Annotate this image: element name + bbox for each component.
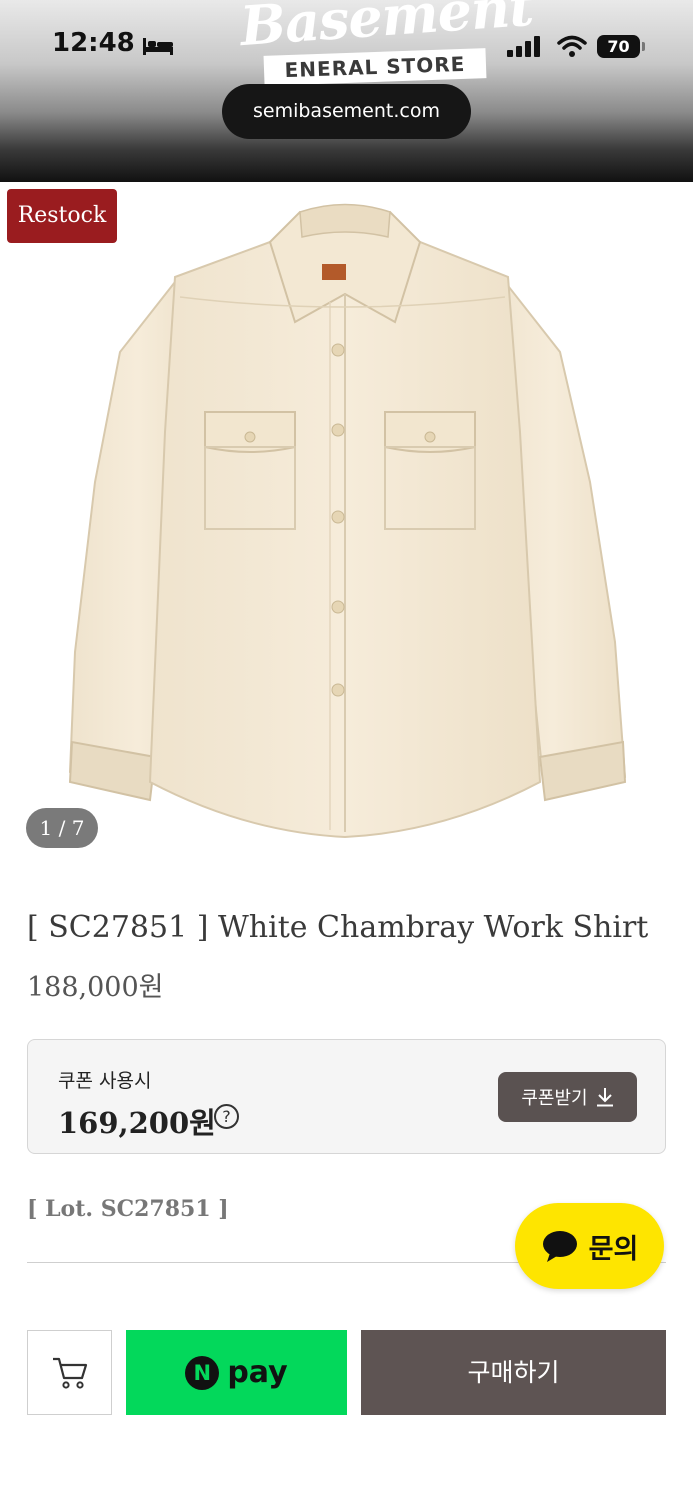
shirt-illustration [68,203,627,839]
battery-icon: 70 [597,35,645,58]
buy-button[interactable]: 구매하기 [361,1330,666,1415]
image-counter: 1 / 7 [26,808,98,848]
download-icon [596,1088,613,1107]
battery-level: 70 [597,35,640,58]
battery-cap [642,42,645,51]
restock-badge: Restock [7,189,117,243]
lot-number: [ Lot. SC27851 ] [27,1196,229,1222]
bottom-action-bar: N pay 구매하기 [0,1311,693,1500]
coupon-label: 쿠폰 사용시 [58,1070,152,1092]
url-bar[interactable]: semibasement.com [222,84,471,139]
brand-logo-band: ENERAL STORE [263,48,487,86]
cart-icon [52,1357,87,1389]
inquiry-chat-button[interactable]: 문의 [515,1203,664,1289]
coupon-price: 169,200원 [58,1106,216,1140]
naver-pay-button[interactable]: N pay [126,1330,347,1415]
get-coupon-label: 쿠폰받기 [521,1088,588,1109]
status-icons: 70 [505,34,647,60]
product-image[interactable]: Restock 1 / 7 [0,182,693,852]
get-coupon-button[interactable]: 쿠폰받기 [498,1072,637,1122]
naver-pay-logo-icon: N [185,1355,220,1390]
info-icon[interactable]: ? [214,1104,239,1129]
status-time: 12:48 [52,28,135,58]
chat-bubble-icon [542,1231,577,1262]
coupon-box: 쿠폰 사용시 169,200원 ? 쿠폰받기 [27,1039,666,1154]
brand-logo-script: Basement [238,0,535,59]
signal-icon [507,36,540,57]
product-title: [ SC27851 ] White Chambray Work Shirt [27,910,649,945]
brand-logo: Basement ENERAL STORE [200,0,535,88]
bed-icon [143,38,173,55]
top-header: Basement ENERAL STORE 12:48 70 semibasem… [0,0,693,182]
inquiry-chat-label: 문의 [588,1233,639,1265]
product-price: 188,000원 [27,972,164,1003]
wifi-icon [557,35,587,57]
naver-pay-label: pay [227,1355,288,1390]
cart-button[interactable] [27,1330,112,1415]
